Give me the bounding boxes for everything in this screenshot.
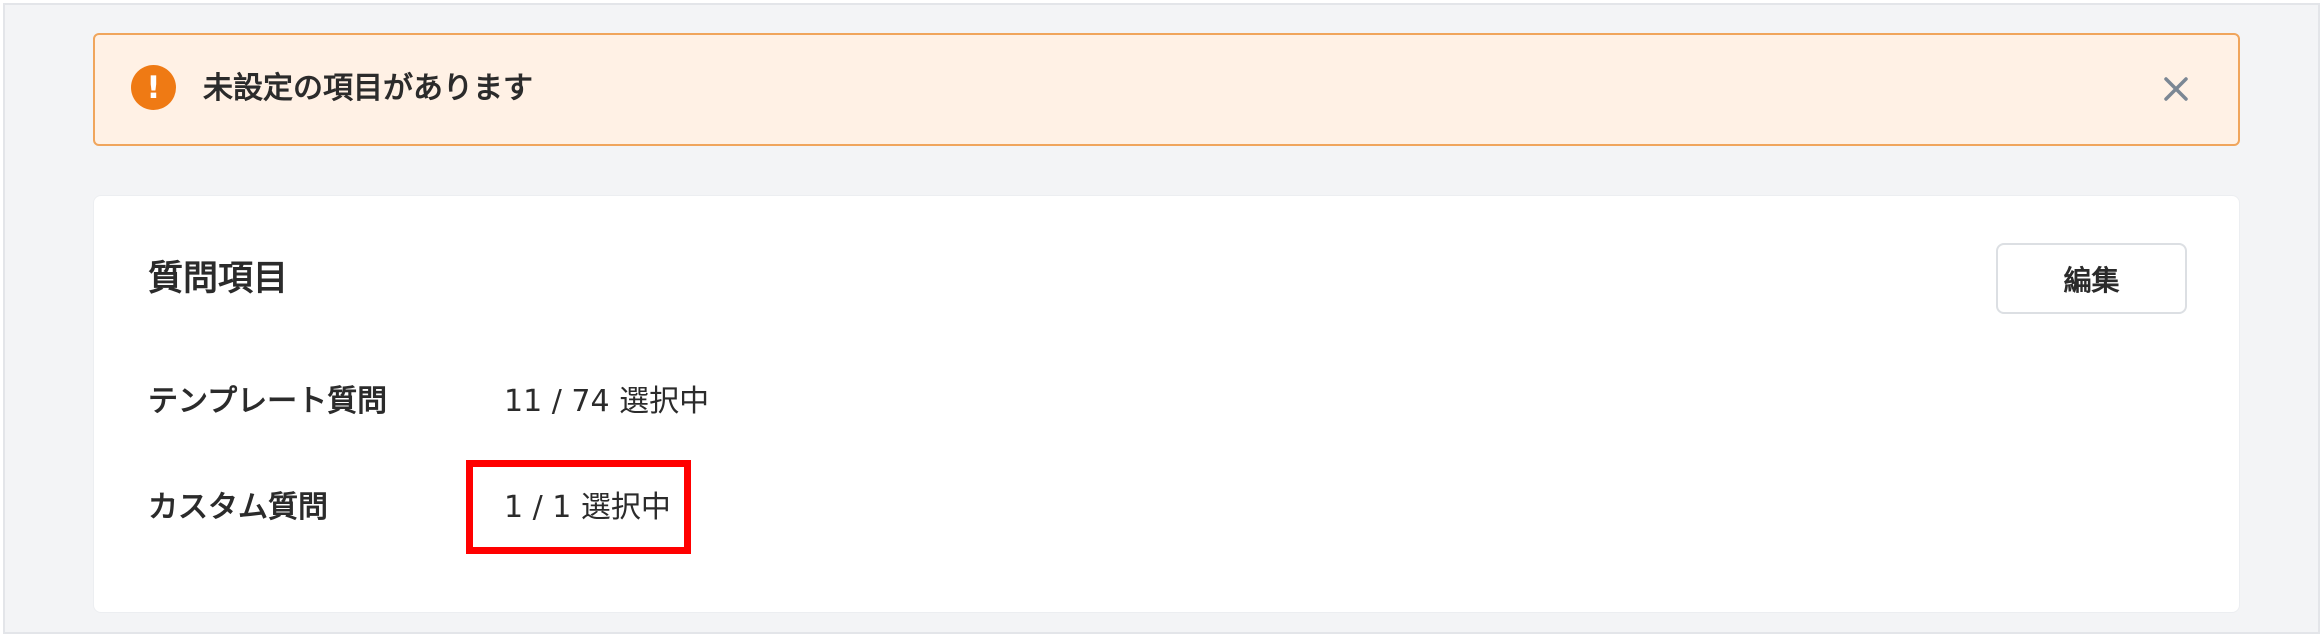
highlight-annotation-box	[466, 460, 691, 554]
template-questions-value: 11 / 74 選択中	[504, 384, 710, 419]
warning-alert: ! 未設定の項目があります	[93, 33, 2240, 146]
exclamation-icon: !	[131, 65, 176, 110]
close-icon[interactable]	[2152, 65, 2200, 113]
alert-message: 未設定の項目があります	[203, 71, 533, 106]
question-items-card: 質問項目 編集 テンプレート質問 11 / 74 選択中 カスタム質問 1 / …	[93, 195, 2240, 613]
template-questions-label: テンプレート質問	[148, 384, 388, 419]
card-title: 質問項目	[148, 259, 289, 299]
page-frame: ! 未設定の項目があります 質問項目 編集 テンプレート質問 11 / 74 選…	[3, 3, 2320, 634]
custom-questions-label: カスタム質問	[148, 490, 328, 525]
edit-button[interactable]: 編集	[1996, 243, 2187, 314]
